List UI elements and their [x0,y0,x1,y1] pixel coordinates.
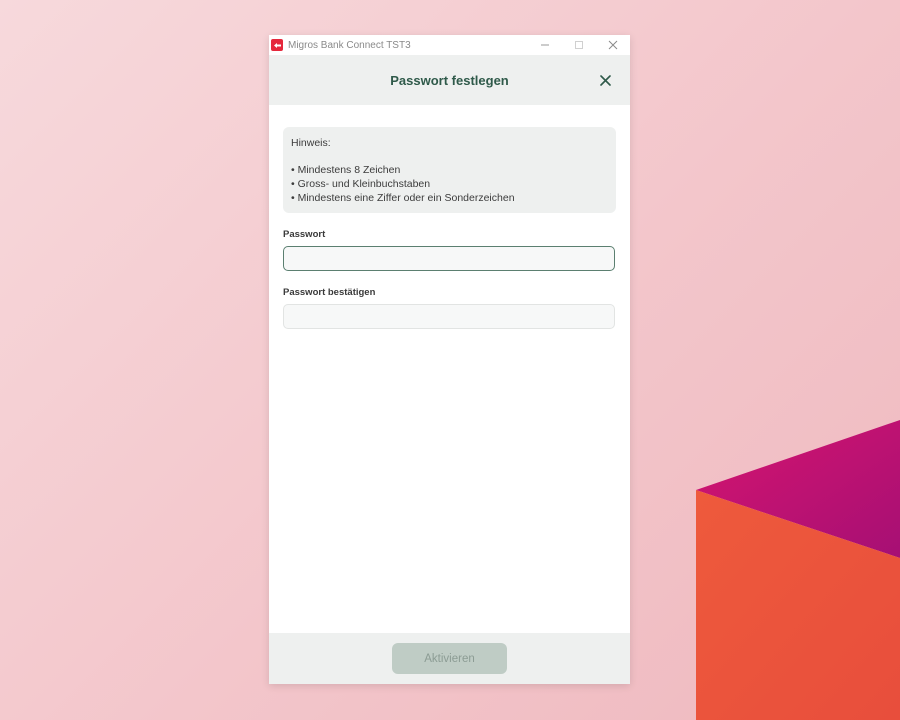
maximize-icon[interactable] [562,35,596,55]
dialog-content: Hinweis: Mindestens 8 Zeichen Gross- und… [269,105,630,633]
app-window: Migros Bank Connect TST3 Passwort festle… [269,35,630,684]
minimize-icon[interactable] [528,35,562,55]
hint-item: Mindestens eine Ziffer oder ein Sonderze… [291,191,608,205]
window-close-icon[interactable] [596,35,630,55]
hint-item: Gross- und Kleinbuchstaben [291,177,608,191]
dialog-footer: Aktivieren [269,633,630,684]
window-titlebar[interactable]: Migros Bank Connect TST3 [269,35,630,55]
password-confirm-label: Passwort bestätigen [283,287,376,298]
dialog-header: Passwort festlegen [269,55,630,105]
app-logo-icon [271,39,283,51]
window-controls [528,35,630,55]
page-title: Passwort festlegen [390,72,509,88]
password-field[interactable] [283,246,615,271]
activate-button[interactable]: Aktivieren [392,643,507,674]
window-title: Migros Bank Connect TST3 [288,39,411,51]
hint-list: Mindestens 8 Zeichen Gross- und Kleinbuc… [291,163,608,205]
hint-item: Mindestens 8 Zeichen [291,163,608,177]
hint-title: Hinweis: [291,137,331,149]
password-hint-box: Hinweis: Mindestens 8 Zeichen Gross- und… [283,127,616,213]
password-label: Passwort [283,229,326,240]
close-icon[interactable] [596,71,614,89]
password-confirm-field[interactable] [283,304,615,329]
